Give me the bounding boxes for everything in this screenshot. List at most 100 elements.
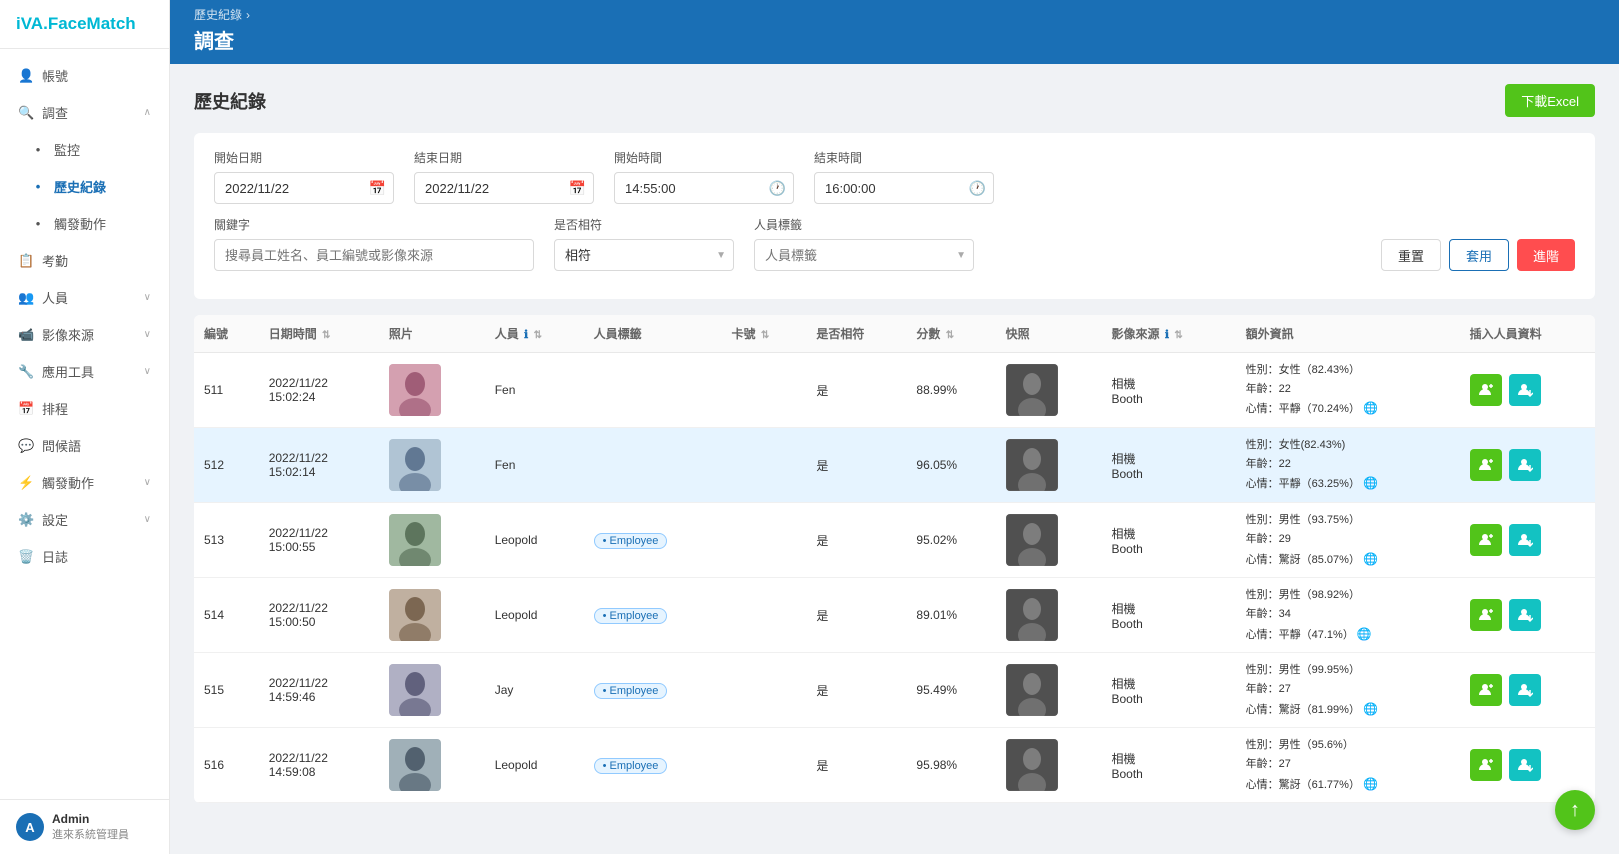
match-select[interactable]: 相符 不符 全部 <box>554 239 734 271</box>
sidebar-item-logs[interactable]: 🗑️ 日誌 <box>0 538 169 575</box>
add-person-button[interactable] <box>1470 599 1502 631</box>
info-icon[interactable]: ℹ <box>524 329 528 341</box>
add-person-button[interactable] <box>1470 674 1502 706</box>
start-time-input[interactable] <box>614 172 794 204</box>
source-sub: Booth <box>1111 467 1225 481</box>
chevron-down-icon: ∨ <box>144 477 151 488</box>
add-person-button[interactable] <box>1470 749 1502 781</box>
sidebar-item-personnel[interactable]: 👥 人員 ∨ <box>0 279 169 316</box>
cell-score: 96.05% <box>906 428 995 503</box>
breadcrumb: 歷史紀錄 › <box>194 6 1595 23</box>
snapshot-photo[interactable] <box>1006 439 1058 491</box>
cell-source: 相機 Booth <box>1101 578 1235 653</box>
download-person-button[interactable] <box>1509 674 1541 706</box>
download-person-button[interactable] <box>1509 449 1541 481</box>
face-photo[interactable] <box>389 514 441 566</box>
cell-photo[interactable] <box>379 653 485 728</box>
cell-snapshot[interactable] <box>996 353 1102 428</box>
sort-icon[interactable]: ⇅ <box>1174 330 1182 341</box>
cell-extra: 性別：男性（98.92%） 年齡：34 心情：平靜（47.1%） 🌐 <box>1236 578 1460 653</box>
face-photo[interactable] <box>389 589 441 641</box>
history-table-card: 編號 日期時間 ⇅ 照片 人員 ℹ ⇅ 人員標籤 卡號 ⇅ 是否相符 分數 ⇅ … <box>194 315 1595 803</box>
cell-photo[interactable] <box>379 353 485 428</box>
col-card[interactable]: 卡號 ⇅ <box>722 315 807 353</box>
cell-photo[interactable] <box>379 728 485 803</box>
face-photo[interactable] <box>389 364 441 416</box>
col-score[interactable]: 分數 ⇅ <box>906 315 995 353</box>
add-person-button[interactable] <box>1470 524 1502 556</box>
cell-snapshot[interactable] <box>996 503 1102 578</box>
scroll-to-top-button[interactable]: ↑ <box>1555 790 1595 830</box>
cell-person: Leopold <box>485 728 584 803</box>
apply-button[interactable]: 套用 <box>1449 239 1509 271</box>
cell-datetime: 2022/11/2215:02:14 <box>259 428 379 503</box>
sort-icon[interactable]: ⇅ <box>946 330 954 341</box>
cell-match: 是 <box>806 428 906 503</box>
snapshot-photo[interactable] <box>1006 514 1058 566</box>
sidebar-item-app-tools[interactable]: 🔧 應用工具 ∨ <box>0 353 169 390</box>
cell-source: 相機 Booth <box>1101 728 1235 803</box>
snapshot-photo[interactable] <box>1006 739 1058 791</box>
chevron-down-icon: ∨ <box>144 366 151 377</box>
sort-icon[interactable]: ⇅ <box>322 330 330 341</box>
download-person-button[interactable] <box>1509 749 1541 781</box>
filter-end-date-group: 結束日期 📅 <box>414 149 594 204</box>
tag-pill: • Employee <box>594 608 668 624</box>
cell-snapshot[interactable] <box>996 578 1102 653</box>
face-photo[interactable] <box>389 739 441 791</box>
sidebar-item-label: 考勤 <box>42 251 68 270</box>
col-source[interactable]: 影像來源 ℹ ⇅ <box>1101 315 1235 353</box>
filter-row-2: 關鍵字 是否相符 相符 不符 全部 ▼ 人員標籤 <box>214 216 1575 271</box>
face-photo[interactable] <box>389 664 441 716</box>
cell-tag <box>584 428 722 503</box>
start-date-input[interactable] <box>214 172 394 204</box>
col-person[interactable]: 人員 ℹ ⇅ <box>485 315 584 353</box>
sidebar-item-video-source[interactable]: 📹 影像來源 ∨ <box>0 316 169 353</box>
add-person-button[interactable] <box>1470 374 1502 406</box>
end-time-input[interactable] <box>814 172 994 204</box>
sidebar-item-settings[interactable]: ⚙️ 設定 ∨ <box>0 501 169 538</box>
cell-snapshot[interactable] <box>996 728 1102 803</box>
cell-score: 95.98% <box>906 728 995 803</box>
download-person-button[interactable] <box>1509 524 1541 556</box>
sidebar-item-trigger-sub[interactable]: • 觸發動作 <box>0 205 169 242</box>
cell-id: 512 <box>194 428 259 503</box>
globe-icon: 🌐 <box>1357 627 1372 641</box>
cell-photo[interactable] <box>379 503 485 578</box>
col-datetime[interactable]: 日期時間 ⇅ <box>259 315 379 353</box>
sidebar-item-monitor[interactable]: • 監控 <box>0 131 169 168</box>
sidebar-item-trigger[interactable]: ⚡ 觸發動作 ∨ <box>0 464 169 501</box>
sidebar-item-schedule[interactable]: 📅 排程 <box>0 390 169 427</box>
sidebar-item-attendance[interactable]: 📋 考勤 <box>0 242 169 279</box>
reset-button[interactable]: 重置 <box>1381 239 1441 271</box>
source-text: 相機 <box>1111 600 1225 617</box>
delete-button[interactable]: 進階 <box>1517 239 1575 271</box>
col-extra: 額外資訊 <box>1236 315 1460 353</box>
cell-photo[interactable] <box>379 578 485 653</box>
face-photo[interactable] <box>389 439 441 491</box>
tag-input[interactable] <box>754 239 974 271</box>
sort-icon[interactable]: ⇅ <box>534 330 542 341</box>
sidebar-item-survey[interactable]: 🔍 調查 ∧ <box>0 94 169 131</box>
personnel-icon: 👥 <box>18 290 34 306</box>
cell-snapshot[interactable] <box>996 653 1102 728</box>
cell-snapshot[interactable] <box>996 428 1102 503</box>
snapshot-photo[interactable] <box>1006 664 1058 716</box>
sidebar-item-history[interactable]: • 歷史紀錄 <box>0 168 169 205</box>
snapshot-photo[interactable] <box>1006 364 1058 416</box>
cell-photo[interactable] <box>379 428 485 503</box>
download-person-button[interactable] <box>1509 374 1541 406</box>
table-header-row: 編號 日期時間 ⇅ 照片 人員 ℹ ⇅ 人員標籤 卡號 ⇅ 是否相符 分數 ⇅ … <box>194 315 1595 353</box>
cell-match: 是 <box>806 653 906 728</box>
download-person-button[interactable] <box>1509 599 1541 631</box>
info-icon[interactable]: ℹ <box>1165 329 1169 341</box>
add-person-button[interactable] <box>1470 449 1502 481</box>
snapshot-photo[interactable] <box>1006 589 1058 641</box>
keyword-input[interactable] <box>214 239 534 271</box>
sidebar-item-greetings[interactable]: 💬 問候語 <box>0 427 169 464</box>
sidebar-item-account[interactable]: 👤 帳號 <box>0 57 169 94</box>
end-date-input[interactable] <box>414 172 594 204</box>
sort-icon[interactable]: ⇅ <box>761 330 769 341</box>
breadcrumb-history[interactable]: 歷史紀錄 <box>194 6 242 23</box>
download-excel-button[interactable]: 下載Excel <box>1505 84 1595 117</box>
